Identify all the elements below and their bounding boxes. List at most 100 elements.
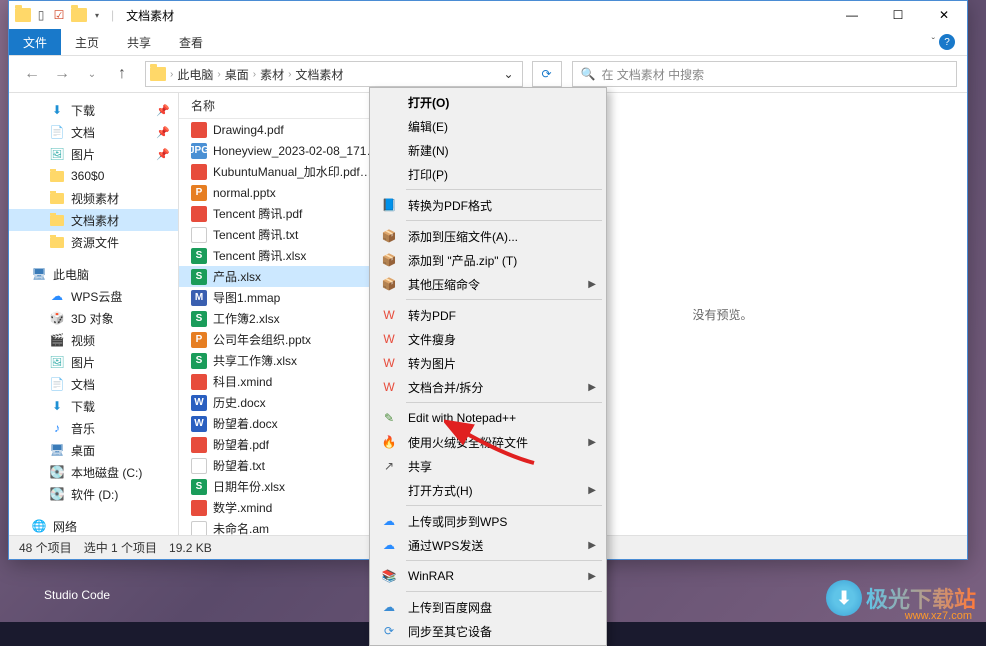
dl-icon: ⬇ [49,102,65,118]
refresh-button[interactable]: ⟳ [532,61,562,87]
context-menu-item[interactable]: ☁上传到百度网盘 [372,595,604,619]
file-item[interactable]: W历史.docx [179,392,379,413]
sidebar-item[interactable]: ⬇下载📌 [9,99,178,121]
close-button[interactable]: ✕ [921,1,967,29]
nav-up-button[interactable]: ↑ [109,61,135,87]
sidebar-item[interactable]: 🎬视频 [9,329,178,351]
context-menu-item[interactable]: ↗共享 [372,454,604,478]
ribbon-tab-home[interactable]: 主页 [61,29,113,55]
file-item[interactable]: Tencent 腾讯.txt [179,224,379,245]
context-menu-item[interactable]: ☁通过WPS发送▶ [372,533,604,557]
context-menu-item[interactable]: ✎Edit with Notepad++ [372,406,604,430]
ribbon-chevron-icon[interactable]: ˇ [932,37,935,48]
file-item[interactable]: JPGHoneyview_2023-02-08_171… [179,140,379,161]
breadcrumb-segment[interactable]: 素材 [256,66,288,83]
ribbon-tab-view[interactable]: 查看 [165,29,217,55]
context-menu-item[interactable]: 新建(N) [372,138,604,162]
file-item[interactable]: 盼望着.txt [179,455,379,476]
context-menu-item[interactable]: ☁上传或同步到WPS [372,509,604,533]
menu-icon: W [380,378,398,396]
sidebar-item[interactable]: 🎲3D 对象 [9,307,178,329]
submenu-arrow-icon: ▶ [588,485,596,496]
file-item[interactable]: P公司年会组织.pptx [179,329,379,350]
file-item[interactable]: 科目.xmind [179,371,379,392]
context-menu-item[interactable]: 打开(O) [372,90,604,114]
file-item[interactable]: 盼望着.pdf [179,434,379,455]
ribbon-tab-share[interactable]: 共享 [113,29,165,55]
file-item[interactable]: Drawing4.pdf [179,119,379,140]
file-item[interactable]: STencent 腾讯.xlsx [179,245,379,266]
file-item[interactable]: 未命名.am [179,518,379,535]
context-menu-item[interactable]: W文档合并/拆分▶ [372,375,604,399]
file-item[interactable]: S日期年份.xlsx [179,476,379,497]
sidebar-item[interactable]: 💽本地磁盘 (C:) [9,461,178,483]
context-menu-item[interactable]: 📚WinRAR▶ [372,564,604,588]
sidebar-item[interactable]: 🌐网络 [9,515,178,535]
breadcrumb-dropdown[interactable]: ⌄ [499,67,517,81]
folder-icon [49,212,65,228]
file-item[interactable]: S产品.xlsx [179,266,379,287]
nav-forward-button[interactable]: → [49,61,75,87]
file-item[interactable]: KubuntuManual_加水印.pdf… [179,161,379,182]
file-name: 数学.xmind [213,499,272,516]
nav-recent-dropdown[interactable]: ⌄ [79,61,105,87]
sidebar-item[interactable]: 💽软件 (D:) [9,483,178,505]
context-menu-item[interactable]: 打开方式(H)▶ [372,478,604,502]
qat-dropdown[interactable]: ▾ [89,7,105,23]
qat-check[interactable]: ☑ [51,7,67,23]
context-menu-item[interactable]: 📘转换为PDF格式 [372,193,604,217]
context-menu-item[interactable]: W文件瘦身 [372,327,604,351]
maximize-button[interactable]: ☐ [875,1,921,29]
breadcrumb-segment[interactable]: 桌面 [221,66,253,83]
file-item[interactable]: W盼望着.docx [179,413,379,434]
submenu-arrow-icon: ▶ [588,540,596,551]
minimize-button[interactable]: — [829,1,875,29]
file-item[interactable]: Pnormal.pptx [179,182,379,203]
file-name: Tencent 腾讯.xlsx [213,247,306,264]
breadcrumb[interactable]: › 此电脑 › 桌面 › 素材 › 文档素材 ⌄ [145,61,523,87]
context-menu-item[interactable]: 📦添加到压缩文件(A)... [372,224,604,248]
separator [406,299,602,300]
watermark-logo-icon: ⬇ [826,580,862,616]
breadcrumb-segment[interactable]: 文档素材 [291,66,347,83]
sidebar-item[interactable]: 🖼图片📌 [9,143,178,165]
sidebar-item[interactable]: 📄文档 [9,373,178,395]
file-item[interactable]: S工作簿2.xlsx [179,308,379,329]
sidebar-item-label: WPS云盘 [71,288,122,305]
file-item[interactable]: M导图1.mmap [179,287,379,308]
search-input[interactable]: 🔍 在 文档素材 中搜索 [572,61,958,87]
column-header-name[interactable]: 名称 [179,93,379,119]
sidebar-item[interactable]: 📄文档📌 [9,121,178,143]
file-name: 历史.docx [213,394,266,411]
separator [406,189,602,190]
context-menu-item[interactable]: 打印(P) [372,162,604,186]
breadcrumb-segment[interactable]: 此电脑 [173,66,217,83]
context-menu-item[interactable]: 📦添加到 "产品.zip" (T) [372,248,604,272]
sidebar-item[interactable]: ♪音乐 [9,417,178,439]
context-menu-item[interactable]: 🔥使用火绒安全粉碎文件▶ [372,430,604,454]
context-menu-item[interactable]: 编辑(E) [372,114,604,138]
file-item[interactable]: 数学.xmind [179,497,379,518]
sidebar-item[interactable]: ☁WPS云盘 [9,285,178,307]
menu-label: 使用火绒安全粉碎文件 [408,434,528,451]
sidebar-item[interactable]: 🖼图片 [9,351,178,373]
context-menu-item[interactable]: ⟳同步至其它设备 [372,619,604,643]
ribbon-tab-file[interactable]: 文件 [9,29,61,55]
sidebar-item[interactable]: 视频素材 [9,187,178,209]
file-item[interactable]: Tencent 腾讯.pdf [179,203,379,224]
context-menu-item[interactable]: W转为PDF [372,303,604,327]
sidebar-item[interactable]: 🖥此电脑 [9,263,178,285]
xmind-icon [191,374,207,390]
sidebar-item[interactable]: 🖥桌面 [9,439,178,461]
context-menu-item[interactable]: W转为图片 [372,351,604,375]
nav-back-button[interactable]: ← [19,61,45,87]
help-button[interactable]: ? [939,34,955,50]
sidebar-item[interactable]: 文档素材 [9,209,178,231]
file-item[interactable]: S共享工作簿.xlsx [179,350,379,371]
sidebar-item[interactable]: ⬇下载 [9,395,178,417]
doc-icon: 📄 [49,376,65,392]
sidebar-item[interactable]: 资源文件 [9,231,178,253]
qat-item[interactable]: ▯ [33,7,49,23]
sidebar-item[interactable]: 360$0 [9,165,178,187]
context-menu-item[interactable]: 📦其他压缩命令▶ [372,272,604,296]
